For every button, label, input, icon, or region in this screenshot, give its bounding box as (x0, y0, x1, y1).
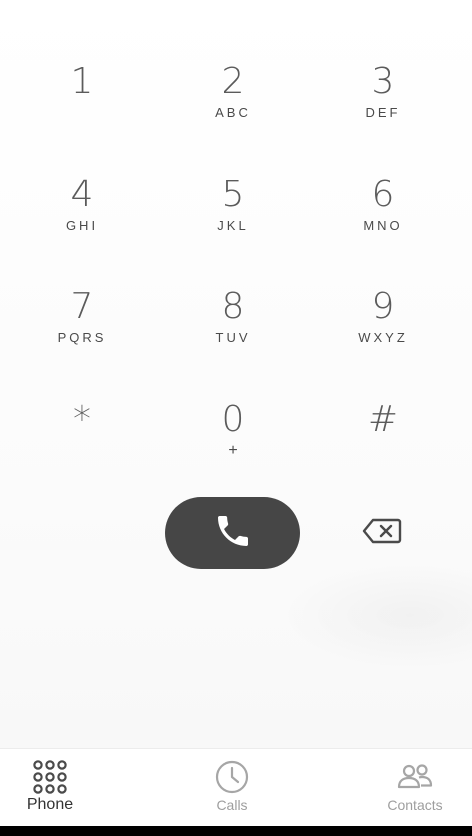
nav-label: Calls (216, 797, 248, 813)
phone-icon (213, 511, 253, 555)
key-7[interactable]: 7 PQRS (22, 283, 142, 369)
key-digit: 3 (371, 61, 395, 102)
key-letters: + (228, 442, 238, 459)
nav-item-phone[interactable]: Phone (0, 749, 110, 827)
key-6[interactable]: 6 MNO (323, 171, 443, 257)
nav-label: Phone (26, 796, 74, 813)
contacts-icon (397, 759, 433, 795)
key-digit: 5 (221, 174, 245, 215)
key-star[interactable]: * (22, 396, 142, 482)
key-digit: 8 (221, 286, 245, 327)
key-digit: 0 (221, 399, 245, 440)
key-4[interactable]: 4 GHI (22, 171, 142, 257)
key-0[interactable]: 0 + (173, 396, 293, 482)
dialer-screen: 1 2 ABC 3 DEF 4 GHI 5 JKL 6 MNO 7 PQRS 8… (0, 0, 472, 836)
key-8[interactable]: 8 TUV (173, 283, 293, 369)
call-button[interactable] (165, 497, 300, 569)
key-letters: MNO (363, 218, 403, 233)
key-letters: JKL (217, 218, 249, 233)
nav-item-calls[interactable]: Calls (172, 749, 292, 827)
key-digit: 1 (70, 61, 94, 102)
nav-label: Contacts (387, 797, 443, 813)
key-letters: WXYZ (358, 330, 408, 345)
system-navigation-bar (0, 826, 472, 836)
bottom-navigation: Phone Calls Contacts (0, 748, 472, 827)
key-5[interactable]: 5 JKL (173, 171, 293, 257)
key-letters: TUV (215, 330, 251, 345)
key-letters: PQRS (57, 330, 107, 345)
nav-item-contacts[interactable]: Contacts (355, 749, 472, 827)
key-hash[interactable]: # (323, 396, 443, 482)
key-digit: 7 (70, 286, 94, 327)
key-letters: ABC (215, 105, 251, 120)
key-1[interactable]: 1 (22, 58, 142, 144)
key-letters: GHI (65, 218, 99, 233)
key-digit: 4 (70, 174, 94, 215)
key-3[interactable]: 3 DEF (323, 58, 443, 144)
key-digit: * (73, 399, 91, 440)
clock-icon (214, 759, 250, 795)
key-2[interactable]: 2 ABC (173, 58, 293, 144)
dialpad-icon (32, 759, 68, 795)
background-shade (280, 560, 472, 670)
key-letters: DEF (365, 105, 401, 120)
key-9[interactable]: 9 WXYZ (323, 283, 443, 369)
key-digit: 2 (221, 61, 245, 102)
key-digit: # (367, 399, 399, 440)
backspace-icon (362, 518, 402, 548)
key-digit: 6 (371, 174, 395, 215)
backspace-button[interactable] (358, 515, 406, 551)
key-digit: 9 (371, 286, 395, 327)
